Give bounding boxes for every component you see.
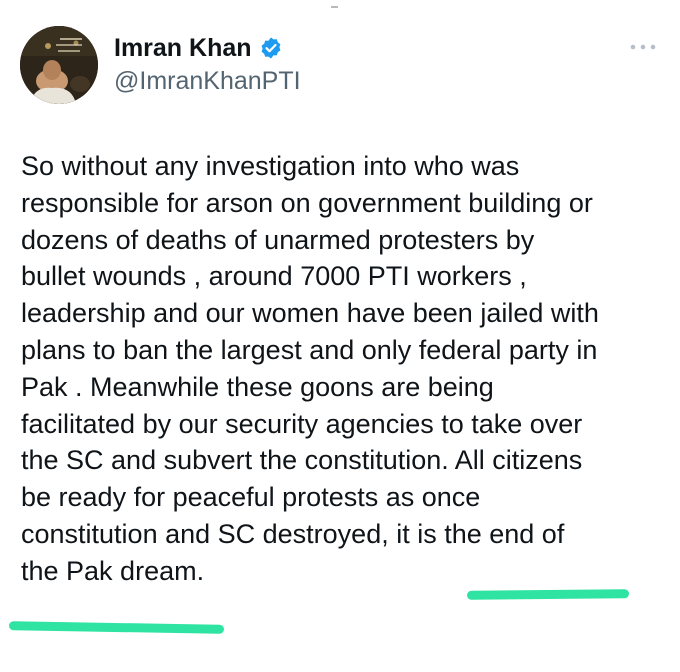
tweet-line: facilitated by our security agencies to … <box>21 408 583 439</box>
tweet-line: the SC and subvert the constitution. All… <box>21 445 583 476</box>
profile-photo-icon <box>20 26 98 104</box>
tweet-line: leadership and our women have been jaile… <box>21 298 599 329</box>
tweet-line: Pak . Meanwhile these goons are being <box>21 371 494 402</box>
tweet-line: So without any investigation into who wa… <box>21 151 520 181</box>
tweet-line: be ready for peaceful protests as once <box>21 482 481 513</box>
tweet-line: dozens of deaths of unarmed protesters b… <box>21 224 535 255</box>
avatar[interactable] <box>20 26 98 104</box>
more-horizontal-icon[interactable] <box>628 37 658 57</box>
author-handle[interactable]: @ImranKhanPTI <box>114 66 301 96</box>
verified-badge-icon <box>259 36 283 60</box>
author-name-text[interactable]: Imran Khan <box>114 33 252 63</box>
highlighter-underline <box>8 621 225 634</box>
author-name[interactable]: Imran Khan <box>114 33 283 63</box>
tweet-line: plans to ban the largest and only federa… <box>21 334 598 365</box>
tweet-line: responsible for arson on government buil… <box>21 187 593 218</box>
highlighter-underline <box>466 589 630 600</box>
tweet-text: So without any investigation into who wa… <box>21 148 673 590</box>
tweet-line: the Pak dream. <box>21 555 205 586</box>
top-divider-mark <box>331 6 338 8</box>
tweet-line: bullet wounds , around 7000 PTI workers … <box>21 261 527 292</box>
tweet-line: constitution and SC destroyed, it is the… <box>21 518 565 549</box>
